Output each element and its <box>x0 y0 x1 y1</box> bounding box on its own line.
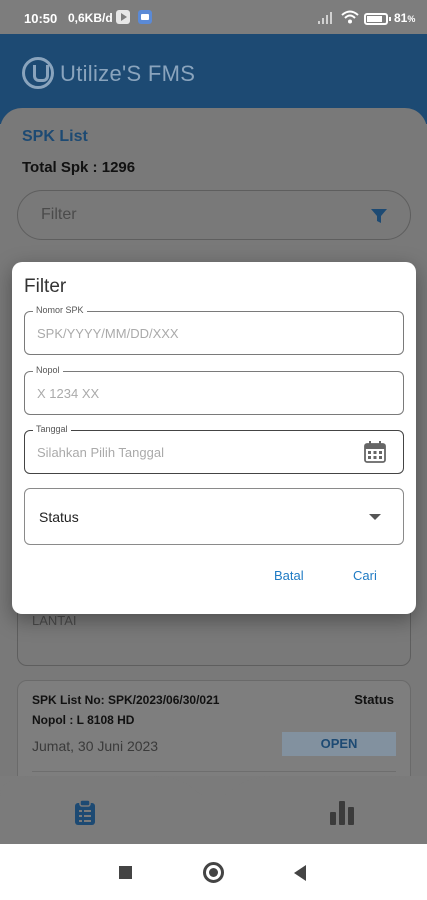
filter-dialog: Filter Nomor SPK SPK/YYYY/MM/DD/XXX Nopo… <box>12 262 416 614</box>
list-item-text: LANTAI <box>32 613 77 628</box>
network-speed: 0,6KB/d <box>68 11 113 25</box>
clipboard-icon[interactable] <box>74 800 96 826</box>
recents-icon[interactable] <box>119 866 132 879</box>
spk-number: SPK List No: SPK/2023/06/30/021 <box>32 693 220 707</box>
nomor-spk-label: Nomor SPK <box>33 305 87 315</box>
status-bar: 10:50 0,6KB/d 81% <box>0 0 427 34</box>
status-select-value: Status <box>39 509 79 525</box>
home-icon[interactable] <box>203 862 224 883</box>
wifi-icon <box>341 10 359 24</box>
back-icon[interactable] <box>294 865 306 881</box>
dialog-title: Filter <box>24 276 67 297</box>
total-spk: Total Spk : 1296 <box>22 159 136 176</box>
tanggal-field[interactable]: Tanggal Silahkan Pilih Tanggal <box>24 424 404 474</box>
search-button[interactable]: Cari <box>353 568 377 583</box>
battery-percent-suffix: % <box>407 14 416 24</box>
page-title: SPK List <box>22 128 88 145</box>
chevron-down-icon <box>369 514 381 520</box>
signal-icon <box>318 12 334 24</box>
calendar-icon[interactable] <box>364 441 386 463</box>
battery-icon <box>364 13 391 25</box>
nopol-label: Nopol <box>33 365 63 375</box>
brand-logo-icon <box>22 57 54 89</box>
media-notification-icon <box>116 10 130 24</box>
status-badge: OPEN <box>282 732 396 756</box>
status-select[interactable]: Status <box>24 488 404 545</box>
bar-chart-icon[interactable] <box>330 799 356 825</box>
nopol-placeholder: X 1234 XX <box>37 386 100 401</box>
bottom-navigation <box>0 776 427 844</box>
status-time: 10:50 <box>24 11 58 26</box>
brand-name: Utilize'S FMS <box>60 61 196 86</box>
status-header: Status <box>354 692 394 707</box>
filter-bar[interactable]: Filter <box>17 190 411 240</box>
nav-curve <box>0 776 427 796</box>
spk-date: Jumat, 30 Juni 2023 <box>32 738 159 754</box>
battery-percent: 81 <box>394 11 408 25</box>
nomor-spk-placeholder: SPK/YYYY/MM/DD/XXX <box>37 326 179 341</box>
tanggal-label: Tanggal <box>33 424 71 434</box>
filter-icon[interactable] <box>370 207 388 225</box>
app-notification-icon <box>138 10 152 24</box>
spk-nopol: Nopol : L 8108 HD <box>32 713 135 727</box>
system-navigation <box>0 844 427 900</box>
filter-placeholder: Filter <box>41 206 77 223</box>
nopol-field[interactable]: Nopol X 1234 XX <box>24 365 404 415</box>
tanggal-placeholder: Silahkan Pilih Tanggal <box>37 445 164 460</box>
nomor-spk-field[interactable]: Nomor SPK SPK/YYYY/MM/DD/XXX <box>24 305 404 355</box>
cancel-button[interactable]: Batal <box>274 568 304 583</box>
